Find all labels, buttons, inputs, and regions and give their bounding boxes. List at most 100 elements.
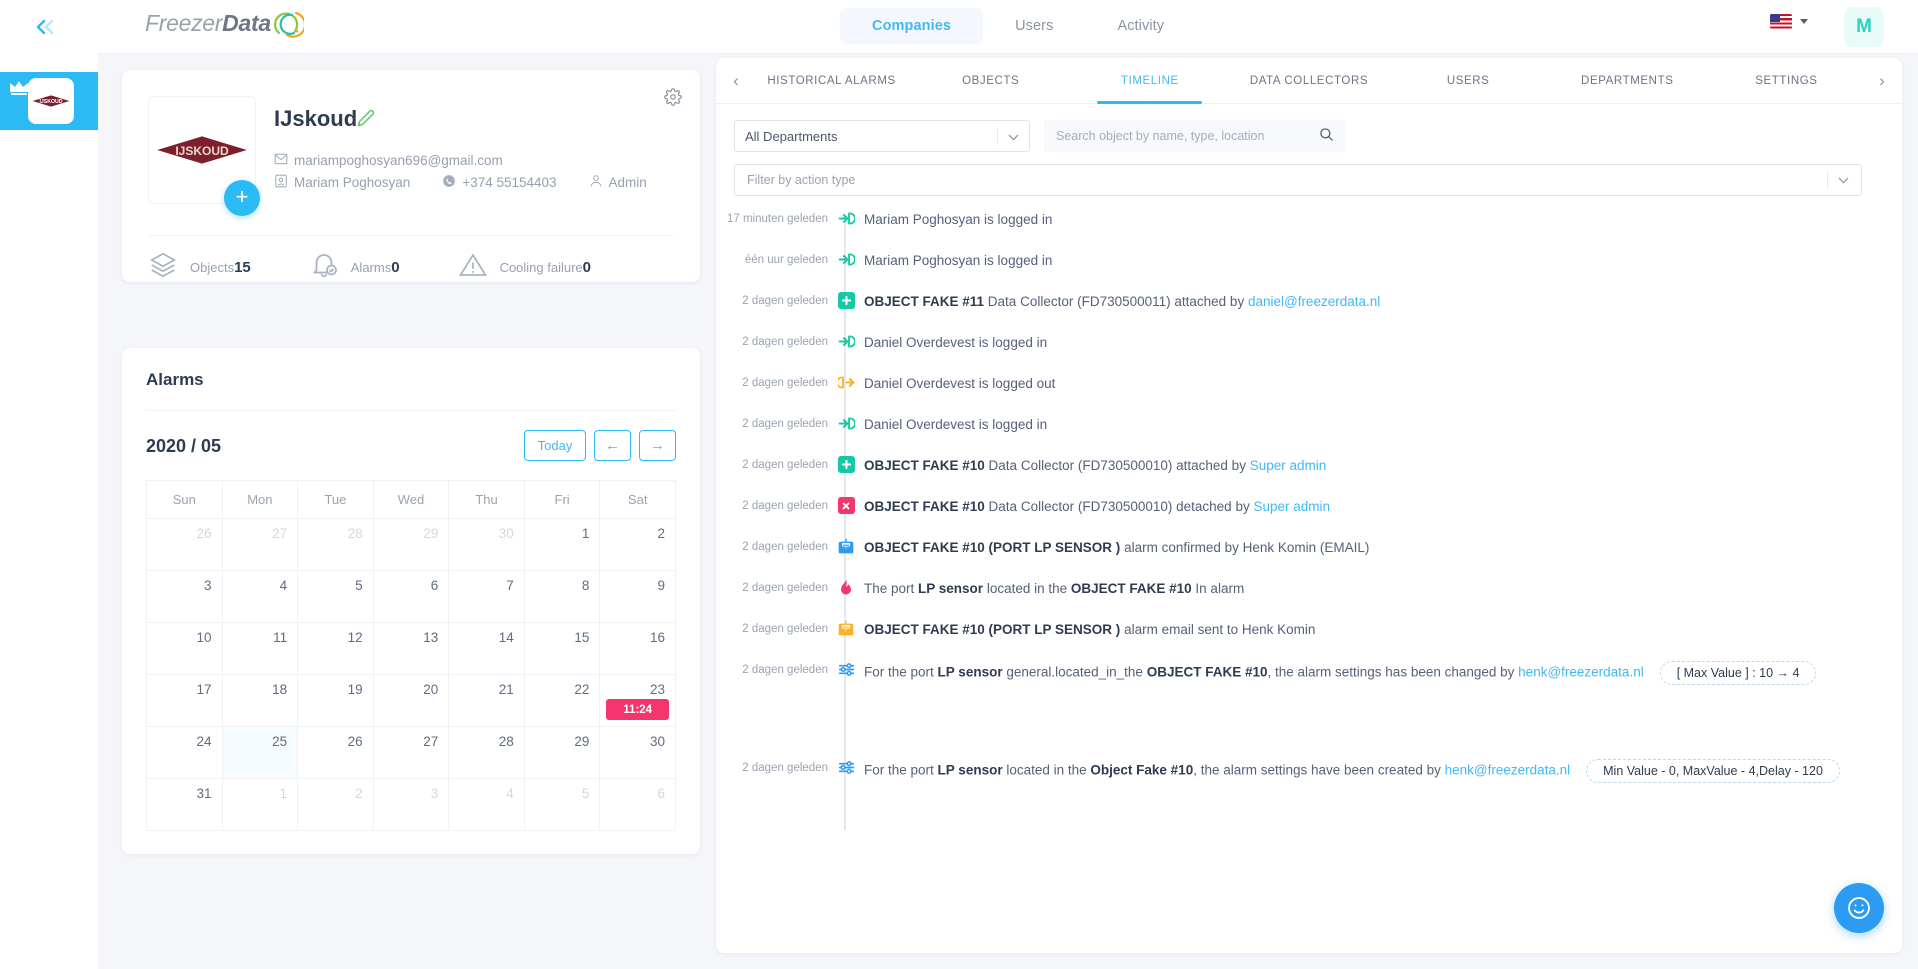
calendar-day-cell[interactable]: 19 xyxy=(297,674,374,727)
company-email: mariampoghosyan696@gmail.com xyxy=(294,153,503,168)
calendar-day-cell[interactable]: 16 xyxy=(599,622,676,675)
calendar-day-cell[interactable]: 1 xyxy=(523,518,601,571)
nav-tab-users[interactable]: Users xyxy=(983,8,1085,44)
tabs-scroll-right-button[interactable]: › xyxy=(1872,71,1892,91)
timeline-entry-link[interactable]: henk@freezerdata.nl xyxy=(1445,763,1571,778)
calendar-day-cell[interactable]: 23 11:24 xyxy=(599,674,676,727)
calendar-day-cell[interactable]: 14 xyxy=(448,622,525,675)
timeline-entry: 2 dagen geleden Daniel Overdevest is logg… xyxy=(716,333,1902,374)
next-month-button[interactable]: → xyxy=(639,430,676,461)
gear-icon[interactable] xyxy=(664,88,682,106)
timeline-entry-link[interactable]: Super admin xyxy=(1253,499,1330,514)
calendar-day-cell[interactable]: 3 xyxy=(146,570,223,623)
calendar-day-cell[interactable]: 21 xyxy=(448,674,525,727)
timeline-entry-link[interactable]: henk@freezerdata.nl xyxy=(1518,665,1644,680)
calendar-day-cell[interactable]: 26 xyxy=(297,726,374,779)
alarms-calendar: Sun Mon Tue Wed Thu Fri Sat 26 27 28 29 30 1 2 3 4 5 6 7 8… xyxy=(146,480,676,831)
calendar-day-cell[interactable]: 27 xyxy=(372,726,450,779)
calendar-day-cell[interactable]: 10 xyxy=(146,622,223,675)
add-company-logo-button[interactable]: + xyxy=(224,180,260,216)
stat-objects: Objects15 xyxy=(148,250,251,285)
calendar-day-cell[interactable]: 20 xyxy=(372,674,450,727)
calendar-day-cell[interactable]: 29 xyxy=(372,518,450,571)
timeline-entry-emphasis: OBJECT FAKE #10 xyxy=(1146,664,1268,680)
timeline-entry: 2 dagen geleden For the port LP sensor ge… xyxy=(716,661,1902,759)
timeline-entry-plain: Mariam Poghosyan is logged in xyxy=(864,253,1053,268)
calendar-day-cell[interactable]: 18 xyxy=(221,674,299,727)
collapse-sidebar-button[interactable] xyxy=(24,8,68,46)
timeline-entry-emphasis: LP sensor xyxy=(937,762,1003,778)
calendar-weekday-wed: Wed xyxy=(372,480,450,519)
chat-support-button[interactable] xyxy=(1834,883,1884,933)
tabs-scroll-left-button[interactable]: ‹ xyxy=(726,71,746,91)
panel-tabs: HISTORICAL ALARMS OBJECTS TIMELINE DATA COL… xyxy=(752,58,1866,104)
calendar-day-cell[interactable]: 30 xyxy=(448,518,525,571)
divider xyxy=(146,410,676,411)
app-logo[interactable]: FreezerData xyxy=(145,5,306,41)
calendar-day-cell[interactable]: 24 xyxy=(146,726,223,779)
tab-historical-alarms[interactable]: HISTORICAL ALARMS xyxy=(752,58,911,104)
calendar-day-cell[interactable]: 31 xyxy=(146,778,223,831)
calendar-day-cell[interactable]: 30 xyxy=(599,726,676,779)
calendar-day-cell[interactable]: 17 xyxy=(146,674,223,727)
tab-departments[interactable]: DEPARTMENTS xyxy=(1548,58,1707,104)
calendar-day-cell[interactable]: 29 xyxy=(523,726,601,779)
calendar-week-row: 24 25 26 27 28 29 30 xyxy=(146,726,676,779)
nav-tab-activity[interactable]: Activity xyxy=(1085,8,1196,44)
calendar-day-cell[interactable]: 15 xyxy=(523,622,601,675)
calendar-day-cell[interactable]: 6 xyxy=(599,778,676,831)
language-selector[interactable] xyxy=(1770,14,1808,29)
nav-tab-companies[interactable]: Companies xyxy=(840,8,984,44)
calendar-day-cell[interactable]: 11 xyxy=(221,622,299,675)
tab-timeline[interactable]: TIMELINE xyxy=(1070,58,1229,104)
timeline-entry-plain: For the port xyxy=(864,664,938,680)
calendar-alarm-badge[interactable]: 11:24 xyxy=(606,699,669,720)
calendar-day-cell[interactable]: 9 xyxy=(599,570,676,623)
calendar-day-cell[interactable]: 2 xyxy=(297,778,374,831)
prev-month-button[interactable]: ← xyxy=(594,430,631,461)
company-contact: Mariam Poghosyan xyxy=(294,175,411,190)
calendar-day-cell[interactable]: 6 xyxy=(372,570,450,623)
timeline-entry-text: Daniel Overdevest is logged out xyxy=(864,374,1055,393)
calendar-day-cell[interactable]: 27 xyxy=(221,518,299,571)
calendar-day-cell[interactable]: 1 xyxy=(221,778,299,831)
timeline-entry-link[interactable]: Super admin xyxy=(1250,458,1327,473)
tab-settings[interactable]: SETTINGS xyxy=(1707,58,1866,104)
tab-data-collectors[interactable]: DATA COLLECTORS xyxy=(1229,58,1388,104)
stat-alarms: Alarms0 xyxy=(309,250,400,285)
today-button[interactable]: Today xyxy=(524,430,586,461)
us-flag-icon xyxy=(1770,14,1792,29)
avatar[interactable]: M xyxy=(1844,7,1884,47)
calendar-day-cell[interactable]: 28 xyxy=(297,518,374,571)
calendar-day-cell[interactable]: 4 xyxy=(221,570,299,623)
calendar-day-cell[interactable]: 3 xyxy=(372,778,450,831)
search-icon[interactable] xyxy=(1319,127,1334,145)
calendar-day-cell[interactable]: 22 xyxy=(523,674,601,727)
calendar-day-cell[interactable]: 8 xyxy=(523,570,601,623)
calendar-day-cell[interactable]: 2 xyxy=(599,518,676,571)
calendar-day-cell[interactable]: 25 xyxy=(221,726,299,779)
stat-label: Cooling failure xyxy=(499,260,583,275)
timeline-entry-time: 2 dagen geleden xyxy=(742,762,828,774)
svg-text:IJSKOUD: IJSKOUD xyxy=(175,144,229,158)
calendar-day-cell[interactable]: 7 xyxy=(448,570,525,623)
timeline-entry-time: 2 dagen geleden xyxy=(742,295,828,307)
calendar-day-cell[interactable]: 13 xyxy=(372,622,450,675)
tab-users[interactable]: USERS xyxy=(1389,58,1548,104)
calendar-day-cell[interactable]: 26 xyxy=(146,518,223,571)
calendar-day-cell[interactable]: 28 xyxy=(448,726,525,779)
edit-pencil-icon[interactable] xyxy=(357,109,375,127)
calendar-day-cell[interactable]: 5 xyxy=(297,570,374,623)
search-input[interactable]: Search object by name, type, location xyxy=(1044,120,1346,152)
calendar-day-cell[interactable]: 5 xyxy=(523,778,601,831)
action-type-filter[interactable]: Filter by action type xyxy=(734,164,1862,196)
tab-objects[interactable]: OBJECTS xyxy=(911,58,1070,104)
department-select[interactable]: All Departments xyxy=(734,120,1030,152)
timeline-entry-link[interactable]: daniel@freezerdata.nl xyxy=(1248,294,1380,309)
timeline-entry-plain: Mariam Poghosyan is logged in xyxy=(864,212,1053,227)
calendar-week-row: 10 11 12 13 14 15 16 xyxy=(146,622,676,675)
sidebar-item-ijskoud[interactable]: IJSKOUD xyxy=(0,72,98,130)
calendar-day-cell[interactable]: 12 xyxy=(297,622,374,675)
calendar-day-cell[interactable]: 4 xyxy=(448,778,525,831)
timeline-entry-plain: , the alarm settings have been created b… xyxy=(1193,762,1445,778)
